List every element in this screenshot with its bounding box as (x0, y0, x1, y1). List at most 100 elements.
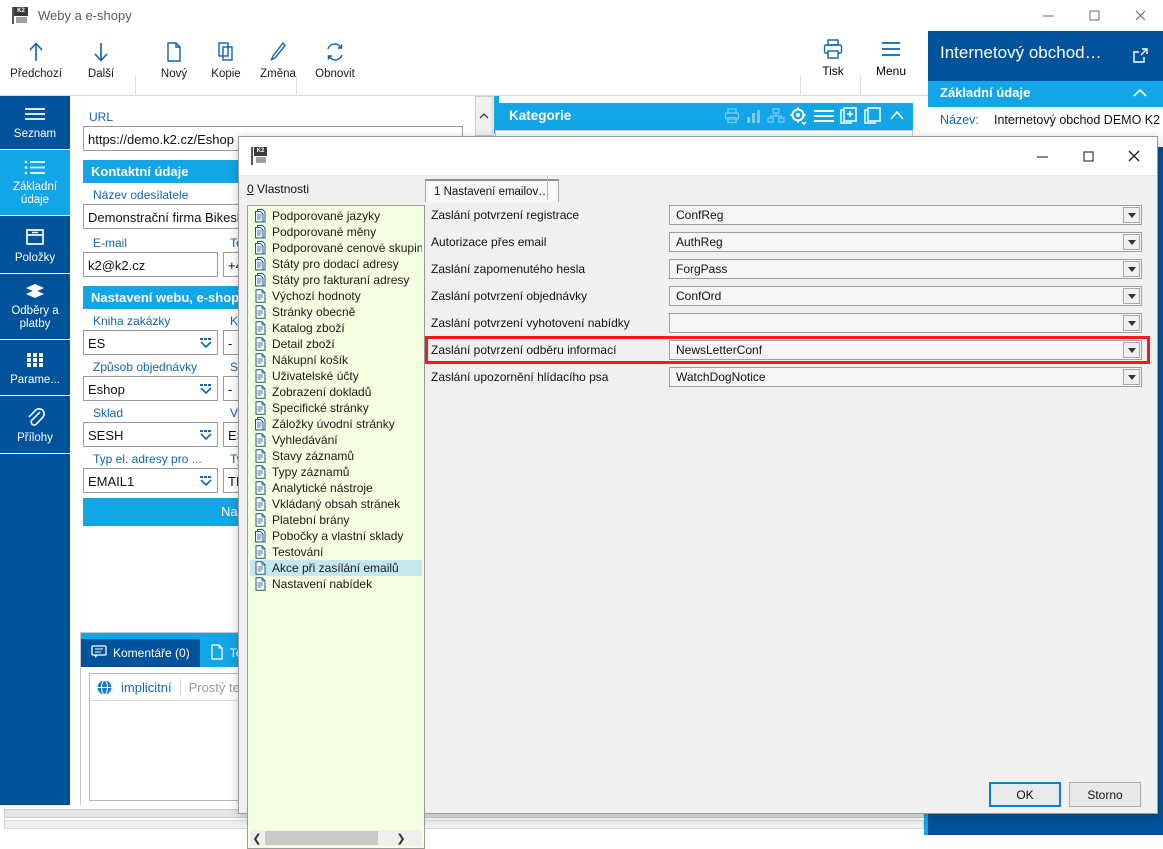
ok-button[interactable]: OK (989, 782, 1061, 807)
order-method-combo[interactable]: Eshop (83, 376, 218, 401)
list-item[interactable]: Uživatelské účty (250, 368, 422, 384)
legend-text: Vlastnosti (253, 182, 310, 196)
email-action-combo[interactable]: AuthReg (669, 232, 1142, 252)
list-item[interactable]: Vkládaný obsah stránek (250, 496, 422, 512)
eladdress-combo[interactable]: EMAIL1 (83, 468, 218, 493)
toolbar-button-next[interactable]: Další (69, 37, 133, 89)
maximize-icon[interactable] (1065, 137, 1111, 175)
tab-nastaveni-emailu[interactable]: 1 Nastavení emailov… (425, 179, 559, 202)
toolbar-button-print[interactable]: Tisk (806, 37, 860, 89)
email-action-combo[interactable]: ForgPass (669, 259, 1142, 279)
list-item[interactable]: Státy pro dodací adresy (250, 256, 422, 272)
email-action-label: Zaslání zapomenutého hesla (431, 262, 586, 276)
email-input[interactable]: k2@k2.cz (83, 252, 218, 277)
legend-accesskey: 0 (247, 182, 254, 196)
scroll-right-icon[interactable]: ❯ (394, 830, 408, 846)
chevron-down-icon[interactable] (1123, 261, 1140, 277)
email-action-combo[interactable]: WatchDogNotice (669, 367, 1142, 387)
minimize-icon[interactable] (1025, 0, 1071, 31)
chevron-down-icon[interactable] (1123, 342, 1140, 358)
chevron-up-icon[interactable] (1131, 85, 1149, 104)
list-item[interactable]: Podporované měny (250, 224, 422, 240)
properties-hscrollbar[interactable]: ❮ ❯ (250, 830, 422, 846)
email-settings-dialog: K2 0 Vlastnosti 1 Nastavení emailov… Pod… (238, 136, 1158, 849)
scroll-left-icon[interactable]: ❮ (250, 830, 264, 846)
list-item[interactable]: Nákupní košík (250, 352, 422, 368)
form-scrollbar-up[interactable] (475, 96, 493, 136)
sidebar-item-parametry[interactable]: Parame... (0, 340, 70, 396)
list-item[interactable]: Stránky obecně (250, 304, 422, 320)
email-action-label: Zaslání potvrzení registrace (431, 208, 580, 222)
windows-icon[interactable] (863, 106, 883, 129)
list-item[interactable]: Platební brány (250, 512, 422, 528)
chart-icon[interactable] (745, 107, 763, 128)
chevron-down-icon[interactable] (198, 473, 214, 489)
minimize-icon[interactable] (1019, 137, 1065, 175)
lines-icon[interactable] (813, 106, 835, 129)
sidebar-item-odbery-a-platby[interactable]: Odběry a platby (0, 274, 70, 340)
chevron-down-icon[interactable] (198, 427, 214, 443)
toolbar-button-previous[interactable]: Předchozí (4, 37, 68, 89)
list-item-label: Stránky obecně (272, 305, 356, 319)
email-action-combo[interactable]: NewsLetterConf (669, 340, 1142, 360)
add-window-icon[interactable] (839, 106, 859, 129)
stock-combo[interactable]: SESH (83, 422, 218, 447)
sidebar-item-label: Parame... (10, 374, 60, 386)
new-document-icon (164, 37, 184, 67)
list-item[interactable]: Zobrazení dokladů (250, 384, 422, 400)
list-item[interactable]: Pobočky a vlastní sklady (250, 528, 422, 544)
sidebar-item-prilohy[interactable]: Přílohy (0, 396, 70, 454)
list-item[interactable]: Typy záznamů (250, 464, 422, 480)
tab-komentare[interactable]: Komentáře (0) (81, 639, 200, 667)
email-action-combo[interactable]: ConfReg (669, 205, 1142, 225)
list-item[interactable]: Podporované jazyky (250, 208, 422, 224)
list-item[interactable]: Podporované cenové skupiny (250, 240, 422, 256)
chevron-down-icon[interactable] (1123, 369, 1140, 385)
chevron-down-icon[interactable] (1123, 207, 1140, 223)
toolbar-button-refresh[interactable]: Obnovit (300, 37, 370, 89)
sidebar-item-zakladni-udaje[interactable]: Základní údaje (0, 150, 70, 216)
chevron-down-icon[interactable] (1123, 234, 1140, 250)
list-item[interactable]: Katalog zboží (250, 320, 422, 336)
email-action-combo[interactable] (669, 313, 1142, 333)
sidebar-item-polozky[interactable]: Položky (0, 216, 70, 274)
email-action-combo[interactable]: ConfOrd (669, 286, 1142, 306)
close-icon[interactable] (1111, 137, 1157, 175)
chevron-up-icon[interactable] (887, 106, 907, 129)
window-title-bar: K2 Weby a e-shopy (0, 0, 1163, 32)
list-item[interactable]: Analytické nástroje (250, 480, 422, 496)
chevron-down-icon[interactable] (1123, 288, 1140, 304)
chevron-down-icon[interactable] (198, 381, 214, 397)
open-external-icon[interactable] (1132, 47, 1149, 67)
list-item[interactable]: Testování (250, 544, 422, 560)
list-item[interactable]: Akce při zasílání emailů (250, 560, 422, 576)
list-item[interactable]: Nastavení nabídek (250, 576, 422, 592)
close-icon[interactable] (1117, 0, 1163, 31)
paperclip-icon (24, 405, 46, 429)
page-icon (254, 305, 267, 319)
maximize-icon[interactable] (1071, 0, 1117, 31)
chevron-down-icon[interactable] (198, 335, 214, 351)
scroll-thumb[interactable] (265, 831, 378, 845)
order-book-label: Kniha zakázky (93, 314, 171, 328)
list-item[interactable]: Záložky úvodní stránky (250, 416, 422, 432)
list-item[interactable]: Specifické stránky (250, 400, 422, 416)
list-item[interactable]: Státy pro fakturaní adresy (250, 272, 422, 288)
list-item[interactable]: Výchozí hodnoty (250, 288, 422, 304)
properties-listbox[interactable]: Podporované jazyky Podporované měny Podpor… (247, 205, 425, 849)
hierarchy-icon[interactable] (767, 107, 785, 128)
toolbar-button-menu[interactable]: Menu (864, 37, 918, 89)
print-icon[interactable] (723, 107, 741, 128)
email-action-label: Autorizace přes email (431, 235, 547, 249)
list-item[interactable]: Stavy záznamů (250, 448, 422, 464)
email-action-row: Zaslání potvrzení odběru informací NewsLe… (431, 340, 1147, 362)
list-item[interactable]: Vyhledávání (250, 432, 422, 448)
list-item[interactable]: Detail zboží (250, 336, 422, 352)
chevron-down-icon[interactable] (1123, 315, 1140, 331)
sidebar-item-seznam[interactable]: Seznam (0, 96, 70, 150)
comment-language-mode[interactable]: implicitní (113, 680, 180, 695)
cancel-button[interactable]: Storno (1069, 782, 1141, 807)
order-book-combo[interactable]: ES (83, 330, 218, 355)
list-item-label: Nastavení nabídek (272, 577, 373, 591)
gear-icon[interactable] (789, 106, 809, 129)
